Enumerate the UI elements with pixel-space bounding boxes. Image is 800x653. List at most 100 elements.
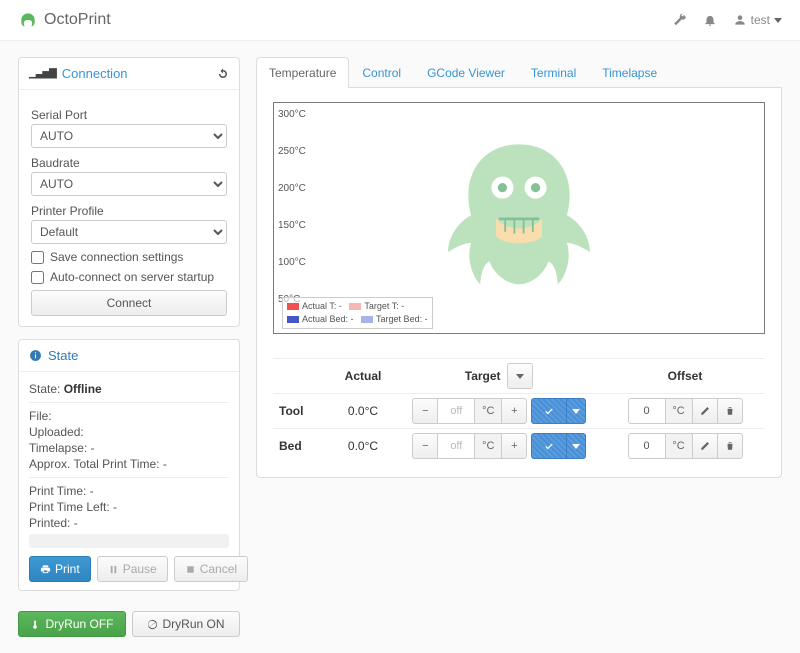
info-icon xyxy=(29,349,42,362)
connection-panel: ▁▃▅▇ Connection Serial Port AUTO Baudrat… xyxy=(18,57,240,327)
file-line: File: xyxy=(29,409,229,423)
user-name: test xyxy=(751,13,770,27)
thermometer-icon xyxy=(30,619,41,630)
offset-delete[interactable] xyxy=(717,433,743,459)
table-header: Actual Target Offset xyxy=(273,358,765,393)
brand: OctoPrint xyxy=(18,10,111,30)
target-decrement[interactable]: − xyxy=(412,433,437,459)
timelapse-line: Timelapse: - xyxy=(29,441,229,455)
row-name: Tool xyxy=(273,404,333,418)
legend-swatch-target-bed xyxy=(361,316,373,323)
serial-port-select[interactable]: AUTO xyxy=(31,124,227,148)
printer-profile-select[interactable]: Default xyxy=(31,220,227,244)
printed-line: Printed: - xyxy=(29,516,229,530)
target-unit: °C xyxy=(474,398,501,424)
serial-port-label: Serial Port xyxy=(31,108,227,122)
progress-bar xyxy=(29,534,229,548)
user-icon xyxy=(733,13,747,27)
target-increment[interactable]: + xyxy=(501,398,527,424)
printer-profile-label: Printer Profile xyxy=(31,204,227,218)
dryrun-on-button[interactable]: DryRun ON xyxy=(132,611,240,637)
chart-ytick: 150°C xyxy=(278,220,306,231)
chart-ytick: 300°C xyxy=(278,109,306,120)
autoconnect-checkbox[interactable]: Auto-connect on server startup xyxy=(31,270,227,284)
legend-swatch-target-t xyxy=(349,303,361,310)
connection-header[interactable]: ▁▃▅▇ Connection xyxy=(29,66,128,81)
octoprint-logo-icon xyxy=(18,10,38,30)
row-name: Bed xyxy=(273,439,333,453)
target-preset-dropdown[interactable] xyxy=(566,433,586,459)
legend-swatch-actual-bed xyxy=(287,316,299,323)
chart-ytick: 100°C xyxy=(278,257,306,268)
autoconnect-input[interactable] xyxy=(31,271,44,284)
target-preset-dropdown[interactable] xyxy=(566,398,586,424)
chart-ytick: 200°C xyxy=(278,183,306,194)
row-actual: 0.0°C xyxy=(333,404,393,418)
ban-icon xyxy=(147,619,158,630)
chart-legend: Actual T: - Target T: - Actual Bed: - Ta… xyxy=(282,297,433,329)
refresh-icon[interactable] xyxy=(217,68,229,80)
chart-ytick: 250°C xyxy=(278,146,306,157)
offset-input[interactable]: 0 xyxy=(628,398,665,424)
uploaded-line: Uploaded: xyxy=(29,425,229,439)
dryrun-off-button[interactable]: DryRun OFF xyxy=(18,611,126,637)
header-target: Target xyxy=(393,363,605,389)
table-row: Tool0.0°C−off°C+ 0°C xyxy=(273,393,765,428)
pause-button[interactable]: Pause xyxy=(97,556,168,582)
offset-edit[interactable] xyxy=(692,433,717,459)
brand-text: OctoPrint xyxy=(44,11,111,29)
tab-gcode-viewer[interactable]: GCode Viewer xyxy=(414,57,518,88)
target-input[interactable]: off xyxy=(437,433,474,459)
state-line: State: Offline xyxy=(29,382,229,396)
table-row: Bed0.0°C−off°C+ 0°C xyxy=(273,428,765,463)
navbar: OctoPrint test xyxy=(0,0,800,41)
target-dropdown[interactable] xyxy=(507,363,533,389)
pause-icon xyxy=(108,564,119,575)
baudrate-label: Baudrate xyxy=(31,156,227,170)
stop-icon xyxy=(185,564,196,575)
print-button[interactable]: Print xyxy=(29,556,91,582)
header-offset: Offset xyxy=(605,369,765,383)
caret-down-icon xyxy=(774,18,782,23)
state-panel: State State: Offline File: Uploaded: Tim… xyxy=(18,339,240,591)
target-increment[interactable]: + xyxy=(501,433,527,459)
nav-right: test xyxy=(673,13,782,27)
temperature-chart: 300°C250°C200°C150°C100°C50°C Actual T: … xyxy=(273,102,765,334)
header-actual: Actual xyxy=(333,369,393,383)
bell-icon[interactable] xyxy=(703,13,717,27)
target-set-button[interactable] xyxy=(531,433,566,459)
cancel-button[interactable]: Cancel xyxy=(174,556,248,582)
print-time-left-line: Print Time Left: - xyxy=(29,500,229,514)
target-set-button[interactable] xyxy=(531,398,566,424)
temperature-table: Actual Target Offset Tool0.0°C−off°C+ 0°… xyxy=(273,358,765,463)
save-connection-checkbox[interactable]: Save connection settings xyxy=(31,250,227,264)
tab-bar: Temperature Control GCode Viewer Termina… xyxy=(256,57,782,88)
tab-timelapse[interactable]: Timelapse xyxy=(589,57,670,88)
tab-control[interactable]: Control xyxy=(349,57,414,88)
octopus-watermark-icon xyxy=(427,131,612,306)
offset-unit: °C xyxy=(665,398,692,424)
offset-input[interactable]: 0 xyxy=(628,433,665,459)
target-input[interactable]: off xyxy=(437,398,474,424)
connect-button[interactable]: Connect xyxy=(31,290,227,316)
baudrate-select[interactable]: AUTO xyxy=(31,172,227,196)
save-connection-input[interactable] xyxy=(31,251,44,264)
dryrun-panel: DryRun OFF DryRun ON xyxy=(18,611,240,637)
target-decrement[interactable]: − xyxy=(412,398,437,424)
print-time-line: Print Time: - xyxy=(29,484,229,498)
target-unit: °C xyxy=(474,433,501,459)
tab-terminal[interactable]: Terminal xyxy=(518,57,589,88)
tab-temperature[interactable]: Temperature xyxy=(256,57,349,88)
offset-delete[interactable] xyxy=(717,398,743,424)
signal-icon: ▁▃▅▇ xyxy=(29,68,56,79)
print-icon xyxy=(40,564,51,575)
row-actual: 0.0°C xyxy=(333,439,393,453)
wrench-icon[interactable] xyxy=(673,13,687,27)
state-header[interactable]: State xyxy=(19,340,239,372)
offset-unit: °C xyxy=(665,433,692,459)
approx-line: Approx. Total Print Time: - xyxy=(29,457,229,471)
legend-swatch-actual-t xyxy=(287,303,299,310)
user-menu[interactable]: test xyxy=(733,13,782,27)
offset-edit[interactable] xyxy=(692,398,717,424)
tab-content: 300°C250°C200°C150°C100°C50°C Actual T: … xyxy=(256,88,782,478)
